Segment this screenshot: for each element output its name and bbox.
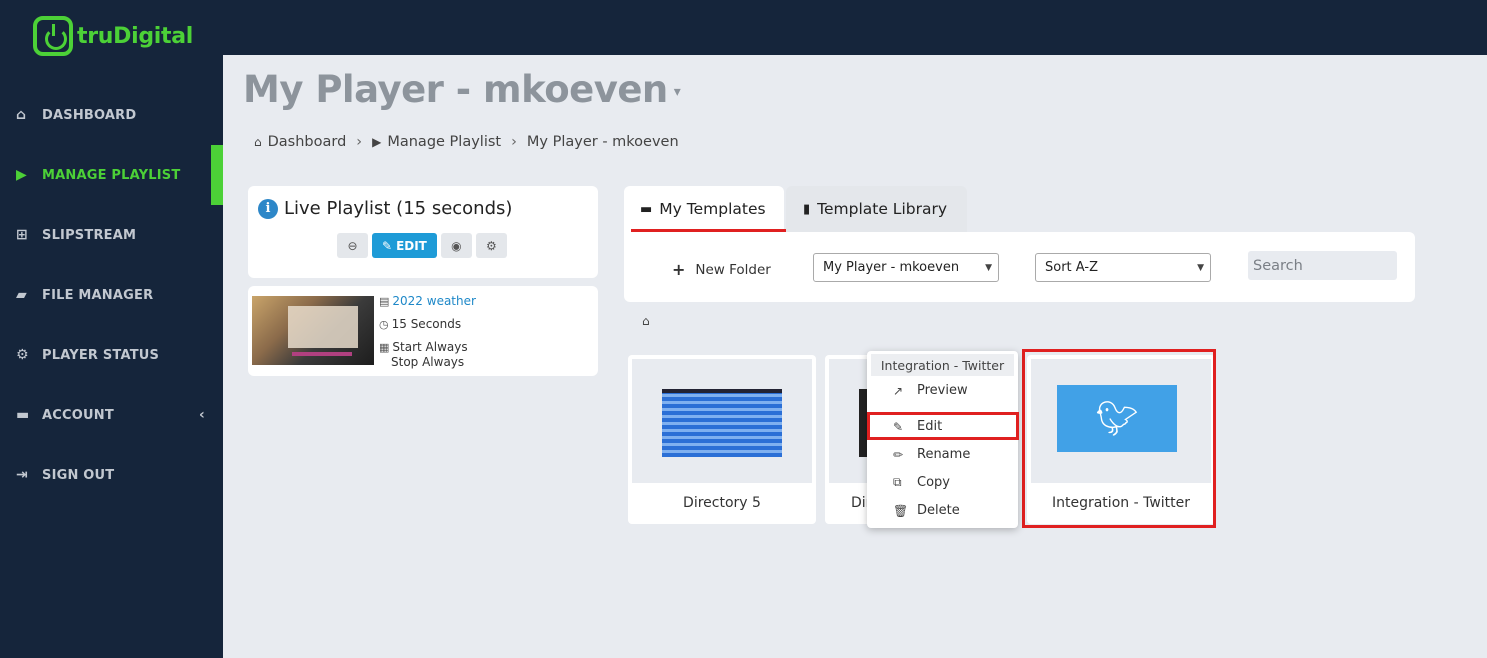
info-icon: i	[258, 198, 278, 219]
highlight-box	[867, 412, 1019, 440]
sidebar-item-dashboard[interactable]: ⌂ DASHBOARD	[0, 85, 223, 145]
context-menu-preview[interactable]: ↗ Preview	[893, 383, 968, 398]
book-icon: ▮	[803, 201, 811, 217]
plus-icon: +	[672, 260, 686, 279]
sidebar-item-label: SLIPSTREAM	[42, 227, 137, 243]
tab-template-library[interactable]: ▮ Template Library	[786, 186, 967, 232]
template-tile-directory-5[interactable]: Directory 5	[628, 355, 816, 524]
preview-button[interactable]: ◉	[440, 233, 472, 258]
gears-icon: ⚙	[16, 347, 29, 363]
page-title-text: My Player - mkoeven	[243, 68, 668, 111]
clock-icon: ◷	[379, 318, 389, 331]
external-link-icon: ↗	[893, 383, 904, 398]
sidebar-item-slipstream[interactable]: ⊞ SLIPSTREAM	[0, 205, 223, 265]
context-menu-label: Copy	[917, 475, 950, 490]
edit-button-label: EDIT	[396, 238, 427, 253]
highlight-box	[1022, 349, 1216, 528]
playlist-item-name-link[interactable]: 2022 weather	[392, 294, 476, 308]
chevron-left-icon: ‹	[199, 407, 205, 423]
context-menu-label: Rename	[917, 447, 971, 462]
player-select-value: My Player - mkoeven	[823, 260, 960, 275]
sort-select[interactable]: Sort A-Z ▼	[1035, 253, 1211, 282]
home-icon: ⌂	[254, 135, 262, 149]
pencil-icon: ✏	[893, 447, 904, 462]
power-logo-icon	[33, 16, 73, 56]
briefcase-icon: ▬	[16, 407, 30, 423]
live-playlist-title-text: Live Playlist (15 seconds)	[284, 198, 513, 219]
youtube-play-icon: ▶	[16, 167, 27, 183]
copy-icon: ⧉	[893, 475, 902, 489]
folder-home-icon[interactable]: ⌂	[642, 314, 650, 328]
template-preview	[632, 359, 812, 483]
context-menu-delete[interactable]: 🗑︎ Delete	[893, 503, 960, 518]
sidebar-item-label: PLAYER STATUS	[42, 347, 160, 363]
context-menu-title: Integration - Twitter	[871, 354, 1014, 376]
sign-out-icon: ⇥	[16, 467, 28, 483]
calendar-icon: ▦	[379, 341, 390, 354]
top-bar	[0, 0, 1487, 55]
trudigital-logo[interactable]: truDigital	[33, 15, 193, 57]
edit-icon: ✎	[382, 238, 393, 253]
search-input[interactable]	[1248, 251, 1397, 280]
sidebar-item-label: DASHBOARD	[42, 107, 137, 123]
player-select[interactable]: My Player - mkoeven ▼	[813, 253, 999, 282]
trash-icon: 🗑︎	[893, 503, 909, 518]
breadcrumb: ⌂ Dashboard › ▶ Manage Playlist › My Pla…	[254, 134, 679, 150]
folder-icon: ▰	[16, 287, 27, 303]
page-title[interactable]: My Player - mkoeven ▾	[243, 68, 681, 111]
arrow-left-icon: ⊖	[347, 238, 358, 253]
brand-name: truDigital	[77, 23, 194, 49]
file-icon: ▤	[379, 295, 390, 308]
live-playlist-card: i Live Playlist (15 seconds) ⊖ ✎ EDIT ◉ ⚙	[248, 186, 598, 278]
sidebar-item-account[interactable]: ▬ ACCOUNT ‹	[0, 385, 223, 445]
context-menu-rename[interactable]: ✏ Rename	[893, 447, 970, 462]
playlist-item-info: ▤ 2022 weather ◷ 15 Seconds ▦ Start Always …	[379, 290, 476, 369]
breadcrumb-manage-playlist[interactable]: Manage Playlist	[387, 134, 501, 150]
gears-icon: ⚙	[485, 238, 497, 253]
tab-my-templates[interactable]: ▬ My Templates	[624, 186, 786, 232]
playlist-item-stop: Stop Always	[391, 355, 465, 369]
briefcase-icon: ▬	[640, 201, 653, 217]
select-arrow-icon: ▼	[1197, 262, 1204, 273]
context-menu-label: Preview	[917, 383, 968, 398]
new-folder-button[interactable]: + New Folder	[672, 260, 771, 279]
breadcrumb-dashboard[interactable]: Dashboard	[268, 134, 347, 150]
sidebar-item-sign-out[interactable]: ⇥ SIGN OUT	[0, 445, 223, 505]
settings-button[interactable]: ⚙	[475, 233, 507, 258]
breadcrumb-separator: ›	[511, 134, 517, 150]
new-folder-label: New Folder	[695, 261, 771, 278]
playlist-item-start: Start Always	[392, 340, 468, 354]
playlist-item-thumbnail	[252, 296, 374, 365]
home-icon: ⌂	[16, 107, 27, 123]
caret-down-icon: ▾	[673, 83, 681, 100]
breadcrumb-current: My Player - mkoeven	[526, 134, 679, 150]
breadcrumb-separator: ›	[356, 134, 363, 150]
select-arrow-icon: ▼	[985, 262, 992, 273]
live-playlist-actions: ⊖ ✎ EDIT ◉ ⚙	[337, 233, 507, 258]
edit-playlist-button[interactable]: ✎ EDIT	[372, 233, 437, 258]
tab-label: My Templates	[659, 200, 766, 218]
sidebar-item-file-manager[interactable]: ▰ FILE MANAGER	[0, 265, 223, 325]
playlist-item[interactable]: ▤ 2022 weather ◷ 15 Seconds ▦ Start Always …	[248, 286, 598, 376]
context-menu-label: Delete	[917, 503, 960, 518]
templates-toolbar: + New Folder My Player - mkoeven ▼ Sort …	[624, 232, 1415, 302]
sidebar-item-manage-playlist[interactable]: ▶ MANAGE PLAYLIST	[0, 145, 223, 205]
sitemap-icon: ⊞	[16, 227, 28, 243]
template-name: Directory 5	[683, 495, 761, 511]
back-button[interactable]: ⊖	[337, 233, 368, 258]
sidebar-item-player-status[interactable]: ⚙ PLAYER STATUS	[0, 325, 223, 385]
sidebar: truDigital ⌂ DASHBOARD ▶ MANAGE PLAYLIST…	[0, 0, 223, 658]
sidebar-item-label: FILE MANAGER	[42, 287, 154, 303]
youtube-play-icon: ▶	[372, 135, 382, 149]
live-playlist-title: i Live Playlist (15 seconds)	[258, 198, 512, 219]
eye-icon: ◉	[451, 238, 462, 253]
tab-label: Template Library	[817, 200, 948, 218]
playlist-item-duration: 15 Seconds	[391, 317, 462, 331]
sort-select-value: Sort A-Z	[1045, 260, 1098, 275]
sidebar-item-label: SIGN OUT	[42, 467, 115, 483]
sidebar-item-label: MANAGE PLAYLIST	[42, 167, 181, 183]
sidebar-item-label: ACCOUNT	[42, 407, 114, 423]
directory-table-thumbnail	[662, 389, 782, 457]
context-menu-copy[interactable]: ⧉ Copy	[893, 475, 950, 490]
